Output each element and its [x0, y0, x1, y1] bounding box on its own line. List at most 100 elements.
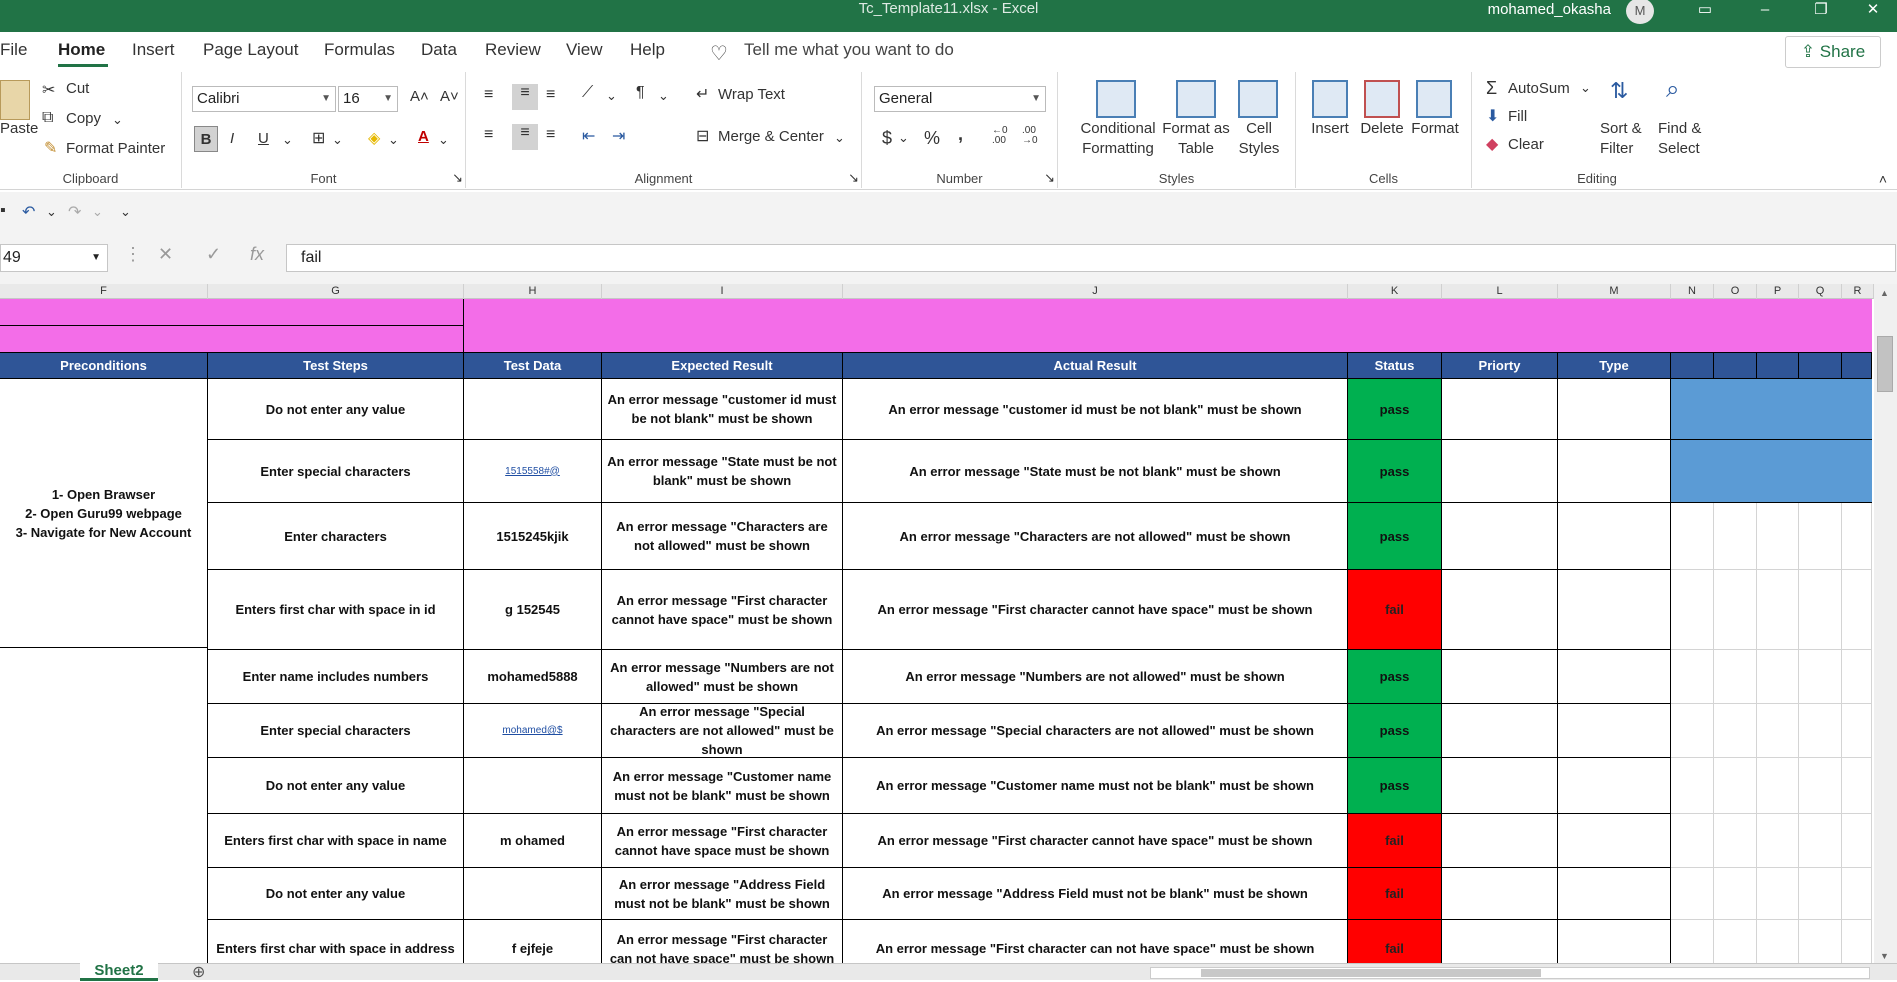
- vertical-scrollbar[interactable]: ▲ ▼: [1874, 284, 1897, 963]
- insert-function-icon[interactable]: fx: [250, 244, 264, 265]
- tab-review[interactable]: Review: [485, 40, 541, 60]
- find-select-icon[interactable]: ⌕: [1666, 76, 1679, 104]
- empty-cell[interactable]: [1799, 758, 1842, 814]
- tab-insert[interactable]: Insert: [132, 40, 175, 60]
- empty-cell[interactable]: [1757, 758, 1799, 814]
- close-icon[interactable]: ✕: [1853, 0, 1893, 24]
- insert-cells-icon[interactable]: [1312, 80, 1348, 118]
- insert-cells-button[interactable]: Insert: [1304, 120, 1356, 137]
- empty-cell[interactable]: [1671, 704, 1714, 758]
- preconditions-cell[interactable]: 1- Open Brawser 2- Open Guru99 webpage 3…: [0, 379, 208, 648]
- empty-cell[interactable]: [1799, 920, 1842, 963]
- collapse-ribbon-icon[interactable]: ˄: [1879, 171, 1887, 187]
- currency-button[interactable]: $: [882, 128, 892, 149]
- expected-result-cell[interactable]: An error message "customer id must be no…: [602, 379, 843, 440]
- header-actual-result[interactable]: Actual Result: [843, 353, 1348, 379]
- copy-icon[interactable]: ⧉: [42, 109, 53, 127]
- fill-color-dropdown-icon[interactable]: ⌄: [388, 132, 399, 148]
- test-step-cell[interactable]: Enters first char with space in name: [208, 814, 464, 868]
- priority-cell[interactable]: [1442, 379, 1558, 440]
- ribbon-display-icon[interactable]: ▭: [1685, 0, 1725, 24]
- clear-button[interactable]: Clear: [1508, 136, 1544, 153]
- delete-cells-icon[interactable]: [1364, 80, 1400, 118]
- test-data-cell[interactable]: 1515558#@: [464, 440, 602, 503]
- expected-result-cell[interactable]: An error message "Address Field must not…: [602, 868, 843, 920]
- test-data-cell[interactable]: mohamed5888: [464, 650, 602, 704]
- preconditions-cell-empty[interactable]: [0, 648, 208, 963]
- status-cell[interactable]: pass: [1348, 758, 1442, 814]
- alignment-dialog-launcher-icon[interactable]: ↘: [848, 170, 859, 186]
- actual-result-cell[interactable]: An error message "Customer name must not…: [843, 758, 1348, 814]
- priority-cell[interactable]: [1442, 758, 1558, 814]
- empty-cell[interactable]: [1842, 503, 1872, 570]
- empty-cell[interactable]: [1842, 814, 1872, 868]
- test-data-cell[interactable]: mohamed@$: [464, 704, 602, 758]
- share-button[interactable]: ⇪ Share: [1785, 36, 1881, 68]
- header-empty[interactable]: [1799, 353, 1842, 379]
- font-size-combo[interactable]: 16 ▼: [338, 86, 398, 112]
- align-middle-icon[interactable]: ≡: [512, 84, 538, 110]
- number-format-combo[interactable]: General ▼: [874, 86, 1046, 112]
- type-cell[interactable]: [1558, 650, 1671, 704]
- priority-cell[interactable]: [1442, 868, 1558, 920]
- actual-result-cell[interactable]: An error message "State must be not blan…: [843, 440, 1348, 503]
- actual-result-cell[interactable]: An error message "customer id must be no…: [843, 379, 1348, 440]
- type-cell[interactable]: [1558, 503, 1671, 570]
- tab-formulas[interactable]: Formulas: [324, 40, 395, 60]
- type-cell[interactable]: [1558, 440, 1671, 503]
- paste-label[interactable]: Paste: [0, 120, 38, 137]
- format-painter-icon[interactable]: ✎: [44, 138, 57, 158]
- empty-cell[interactable]: [1714, 920, 1757, 963]
- empty-cell[interactable]: [1842, 650, 1872, 704]
- actual-result-cell[interactable]: An error message "First character cannot…: [843, 570, 1348, 650]
- actual-result-cell[interactable]: An error message "Characters are not all…: [843, 503, 1348, 570]
- tab-help[interactable]: Help: [630, 40, 665, 60]
- user-name[interactable]: mohamed_okasha: [1488, 0, 1611, 20]
- paste-icon[interactable]: [0, 80, 30, 120]
- empty-cell[interactable]: [1757, 920, 1799, 963]
- priority-cell[interactable]: [1442, 704, 1558, 758]
- delete-cells-button[interactable]: Delete: [1354, 120, 1410, 137]
- actual-result-cell[interactable]: An error message "Address Field must not…: [843, 868, 1348, 920]
- percent-button[interactable]: %: [924, 128, 940, 149]
- empty-cell[interactable]: [1671, 920, 1714, 963]
- format-painter-button[interactable]: Format Painter: [66, 140, 165, 157]
- redo-dropdown-icon[interactable]: ⌄: [92, 204, 103, 220]
- scroll-up-icon[interactable]: ▲: [1880, 288, 1889, 298]
- text-direction-dropdown-icon[interactable]: ⌄: [658, 88, 669, 104]
- test-step-cell[interactable]: Enter special characters: [208, 704, 464, 758]
- decrease-indent-icon[interactable]: ⇤: [582, 126, 595, 146]
- column-header-o[interactable]: O: [1714, 284, 1757, 299]
- empty-cell[interactable]: [1757, 503, 1799, 570]
- merge-dropdown-icon[interactable]: ⌄: [834, 130, 845, 146]
- type-cell[interactable]: [1558, 758, 1671, 814]
- conditional-formatting-line1[interactable]: Conditional: [1068, 120, 1168, 137]
- horizontal-scroll-thumb[interactable]: [1201, 969, 1541, 977]
- decrease-decimal-icon[interactable]: .00 →0: [1022, 126, 1038, 146]
- align-top-icon[interactable]: ≡: [484, 86, 493, 104]
- undo-dropdown-icon[interactable]: ⌄: [46, 204, 57, 220]
- status-cell[interactable]: fail: [1348, 814, 1442, 868]
- test-data-link[interactable]: mohamed@$: [502, 721, 562, 740]
- header-empty[interactable]: [1671, 353, 1714, 379]
- actual-result-cell[interactable]: An error message "First character can no…: [843, 920, 1348, 963]
- column-header-q[interactable]: Q: [1799, 284, 1842, 299]
- wrap-text-icon[interactable]: ↵: [696, 84, 709, 104]
- empty-cell[interactable]: [1842, 758, 1872, 814]
- format-as-table-line2[interactable]: Table: [1160, 140, 1232, 157]
- sort-filter-line2[interactable]: Filter: [1600, 140, 1633, 157]
- align-bottom-icon[interactable]: ≡: [546, 86, 555, 104]
- priority-cell[interactable]: [1442, 440, 1558, 503]
- type-cell[interactable]: [1558, 379, 1671, 440]
- find-select-line2[interactable]: Select: [1658, 140, 1700, 157]
- vertical-scroll-thumb[interactable]: [1877, 336, 1893, 392]
- expected-result-cell[interactable]: An error message "Numbers are not allowe…: [602, 650, 843, 704]
- format-cells-button[interactable]: Format: [1408, 120, 1462, 137]
- tab-file[interactable]: File: [0, 40, 27, 60]
- fill-color-icon[interactable]: ◈: [368, 128, 380, 148]
- tab-data[interactable]: Data: [421, 40, 457, 60]
- header-empty[interactable]: [1842, 353, 1872, 379]
- column-header-p[interactable]: P: [1757, 284, 1799, 299]
- expected-result-cell[interactable]: An error message "First character can no…: [602, 920, 843, 963]
- header-status[interactable]: Status: [1348, 353, 1442, 379]
